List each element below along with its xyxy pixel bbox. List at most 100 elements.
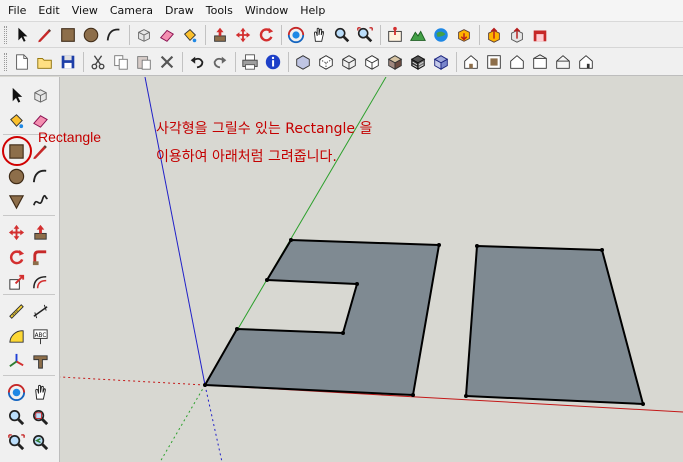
- tool-row: [4, 220, 52, 244]
- open-file-icon[interactable]: [34, 51, 56, 73]
- pan-icon[interactable]: [308, 24, 330, 46]
- cut-icon[interactable]: [87, 51, 109, 73]
- tape-measure-icon[interactable]: [4, 299, 28, 323]
- follow-me-icon[interactable]: [28, 245, 52, 269]
- zoom-extents-icon[interactable]: [354, 24, 376, 46]
- iso-view-icon[interactable]: [460, 51, 482, 73]
- monochrome-icon[interactable]: [430, 51, 452, 73]
- axes-icon[interactable]: [4, 349, 28, 373]
- make-component-icon[interactable]: [28, 83, 52, 107]
- c-shaped-face[interactable]: [204, 239, 440, 396]
- zoom-icon[interactable]: [331, 24, 353, 46]
- pan-icon[interactable]: [28, 380, 52, 404]
- eraser-icon[interactable]: [156, 24, 178, 46]
- orbit-icon[interactable]: [285, 24, 307, 46]
- get-models-icon[interactable]: [453, 24, 475, 46]
- toolbar-separator: [380, 24, 381, 45]
- terrain-icon[interactable]: [407, 24, 429, 46]
- rectangle-icon[interactable]: [57, 24, 79, 46]
- back-view-icon[interactable]: [552, 51, 574, 73]
- tool-row: [4, 349, 52, 373]
- left-view-icon[interactable]: [575, 51, 597, 73]
- protractor-icon[interactable]: [4, 324, 28, 348]
- dimension-icon[interactable]: [28, 299, 52, 323]
- tool-row: [4, 380, 52, 404]
- menu-tools[interactable]: Tools: [200, 0, 239, 22]
- orbit-icon[interactable]: [4, 380, 28, 404]
- toolbar-grip[interactable]: [4, 52, 7, 71]
- push-pull-icon[interactable]: [28, 220, 52, 244]
- redo-icon[interactable]: [209, 51, 231, 73]
- polygon-icon[interactable]: [4, 189, 28, 213]
- menu-edit[interactable]: Edit: [32, 0, 65, 22]
- zoom-window-icon[interactable]: [28, 405, 52, 429]
- 3d-text-icon[interactable]: [28, 349, 52, 373]
- move-icon[interactable]: [232, 24, 254, 46]
- arc-icon[interactable]: [28, 164, 52, 188]
- extension-warehouse-icon[interactable]: [529, 24, 551, 46]
- main-toolbar: [0, 22, 683, 48]
- front-view-icon[interactable]: [506, 51, 528, 73]
- circle-icon[interactable]: [80, 24, 102, 46]
- shaded-icon[interactable]: [384, 51, 406, 73]
- shaded-textures-icon[interactable]: [407, 51, 429, 73]
- offset-icon[interactable]: [28, 270, 52, 294]
- freehand-icon[interactable]: [28, 189, 52, 213]
- back-edges-icon[interactable]: [315, 51, 337, 73]
- save-icon[interactable]: [57, 51, 79, 73]
- new-file-icon[interactable]: [11, 51, 33, 73]
- paint-bucket-icon[interactable]: [4, 108, 28, 132]
- toolbar-separator: [281, 24, 282, 45]
- menu-camera[interactable]: Camera: [104, 0, 159, 22]
- undo-icon[interactable]: [186, 51, 208, 73]
- move-icon[interactable]: [4, 220, 28, 244]
- circle-icon[interactable]: [4, 164, 28, 188]
- paint-bucket-icon[interactable]: [179, 24, 201, 46]
- select-icon[interactable]: [11, 24, 33, 46]
- paste-icon[interactable]: [133, 51, 155, 73]
- rotate-icon[interactable]: [4, 245, 28, 269]
- tool-callout-label: Rectangle: [38, 129, 102, 145]
- text-icon[interactable]: ABC: [28, 324, 52, 348]
- rotate-icon[interactable]: [255, 24, 277, 46]
- preview-google-earth-icon[interactable]: [430, 24, 452, 46]
- add-location-icon[interactable]: [384, 24, 406, 46]
- toolbar-separator: [456, 51, 457, 72]
- model-info-icon[interactable]: [262, 51, 284, 73]
- wireframe-icon[interactable]: [338, 51, 360, 73]
- zoom-icon[interactable]: [4, 405, 28, 429]
- share-model-icon[interactable]: [483, 24, 505, 46]
- menu-help[interactable]: Help: [294, 0, 331, 22]
- menu-file[interactable]: File: [0, 0, 32, 22]
- zoom-extents-icon[interactable]: [4, 430, 28, 454]
- xray-icon[interactable]: [292, 51, 314, 73]
- arc-icon[interactable]: [103, 24, 125, 46]
- make-component-icon[interactable]: [133, 24, 155, 46]
- rectangle-face[interactable]: [465, 245, 644, 405]
- delete-icon[interactable]: [156, 51, 178, 73]
- pencil-line-icon[interactable]: [34, 24, 56, 46]
- right-view-icon[interactable]: [529, 51, 551, 73]
- print-icon[interactable]: [239, 51, 261, 73]
- copy-icon[interactable]: [110, 51, 132, 73]
- toolbar-separator: [182, 51, 183, 72]
- menu-draw[interactable]: Draw: [159, 0, 200, 22]
- tool-row: [4, 164, 52, 188]
- tool-row: [4, 189, 52, 213]
- select-icon[interactable]: [4, 83, 28, 107]
- toolbar-separator: [3, 215, 55, 216]
- menu-view[interactable]: View: [66, 0, 104, 22]
- push-pull-icon[interactable]: [209, 24, 231, 46]
- scale-icon[interactable]: [4, 270, 28, 294]
- red-axis-hidden: [60, 376, 206, 386]
- tool-row: [4, 83, 52, 107]
- toolbar-separator: [288, 51, 289, 72]
- toolbar-grip[interactable]: [4, 25, 7, 44]
- share-component-icon[interactable]: [506, 24, 528, 46]
- rectangle-icon[interactable]: [4, 139, 28, 163]
- previous-view-icon[interactable]: [28, 430, 52, 454]
- menu-bar: File Edit View Camera Draw Tools Window Help: [0, 0, 683, 22]
- menu-window[interactable]: Window: [239, 0, 294, 22]
- top-view-icon[interactable]: [483, 51, 505, 73]
- hidden-line-icon[interactable]: [361, 51, 383, 73]
